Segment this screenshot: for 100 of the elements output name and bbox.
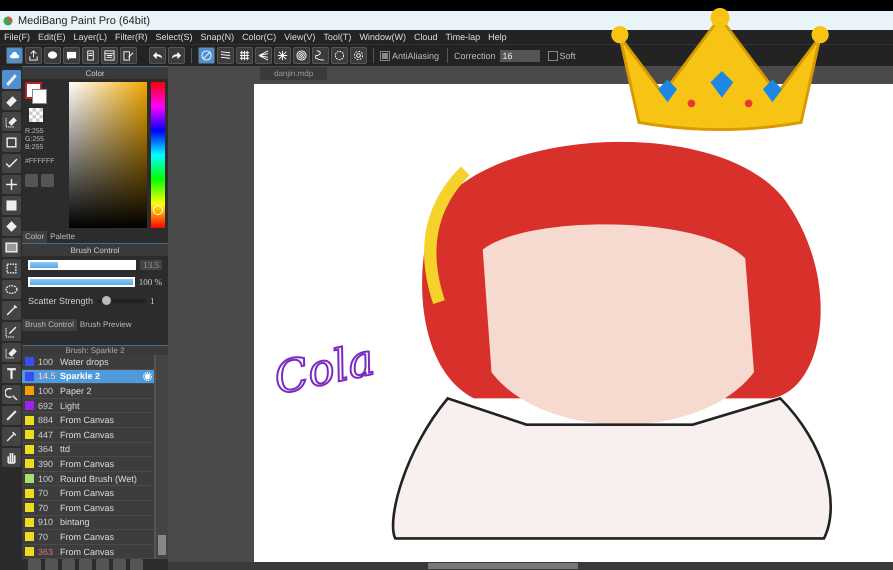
chat-button[interactable] (44, 47, 61, 64)
document-tab[interactable]: danjin.mdp (260, 67, 328, 80)
edit-button[interactable] (120, 47, 137, 64)
curve-snap-button[interactable] (312, 47, 329, 64)
slash-circle-icon (201, 50, 212, 61)
divide-tool-button[interactable] (2, 406, 20, 425)
slider-thumb[interactable] (153, 205, 163, 216)
menu-item[interactable]: Select(S) (156, 32, 193, 42)
brush-list-item[interactable]: 100 Water drops (22, 355, 154, 370)
brush-list-item[interactable]: 910 bintang (22, 516, 154, 530)
parallel-lines-icon (220, 50, 231, 61)
fill-rect-tool-button[interactable] (2, 196, 20, 215)
brush-list-item[interactable]: 70 From Canvas (22, 486, 154, 501)
antialiasing-checkbox[interactable] (380, 50, 390, 60)
move-tool-button[interactable] (2, 175, 20, 194)
slider-thumb[interactable] (102, 296, 111, 304)
comment-icon (66, 50, 77, 61)
radial-snap-button[interactable] (274, 47, 291, 64)
crown-sticker-icon (610, 8, 830, 132)
menu-item[interactable]: Time-lap (445, 32, 480, 42)
brush-list-item[interactable]: 70 From Canvas (22, 530, 154, 545)
soft-checkbox[interactable] (548, 50, 558, 60)
shape-tool-button[interactable] (2, 133, 20, 152)
brush-name: From Canvas (60, 546, 114, 557)
menu-item[interactable]: Help (488, 32, 507, 42)
operation-tool-button[interactable] (2, 385, 20, 404)
list-button[interactable] (101, 47, 118, 64)
menu-item[interactable]: Window(W) (359, 32, 406, 42)
saturation-value-picker[interactable] (69, 82, 147, 228)
brush-list-item[interactable]: 884 From Canvas (22, 413, 154, 428)
circle-snap-button[interactable] (331, 47, 348, 64)
menu-item[interactable]: Layer(L) (74, 32, 108, 42)
menu-item[interactable]: Tool(T) (323, 32, 352, 42)
eyedropper-tool-button[interactable] (2, 427, 20, 446)
pen-icon (4, 409, 18, 422)
page-icon (85, 50, 96, 61)
brush-list-item[interactable]: 364 ttd (22, 442, 154, 458)
scrollbar[interactable] (156, 355, 168, 560)
menu-item[interactable]: File(F) (4, 32, 30, 42)
share-button[interactable] (25, 47, 42, 64)
hand-icon (4, 451, 18, 464)
brush-list-item[interactable]: 447 From Canvas (22, 428, 154, 443)
brush-name: Light (60, 400, 80, 411)
settings-icon[interactable] (143, 372, 152, 381)
redo-icon (171, 50, 182, 61)
undo-button[interactable] (149, 47, 166, 64)
cloud-button[interactable] (6, 47, 23, 64)
brush-list-item[interactable]: 363 From Canvas (22, 544, 154, 560)
page-button[interactable] (82, 47, 99, 64)
menu-item[interactable]: View(V) (284, 32, 316, 42)
brush-name: From Canvas (60, 415, 114, 426)
panel-tab[interactable]: Brush Preview (76, 319, 134, 331)
comment-button[interactable] (63, 47, 80, 64)
brush-list-item[interactable]: 692 Light (22, 398, 154, 414)
eraser-tool-button[interactable] (2, 91, 20, 110)
perspective-snap-button[interactable] (255, 47, 272, 64)
hue-slider[interactable] (151, 82, 165, 228)
brush-list-item[interactable]: 70 From Canvas (22, 500, 154, 516)
menu-item[interactable]: Filter(R) (115, 32, 148, 42)
color-swatch-drawing[interactable] (25, 82, 49, 104)
select-eraser-tool-button[interactable] (2, 343, 20, 362)
concentric-snap-button[interactable] (293, 47, 310, 64)
text-tool-button[interactable] (2, 364, 20, 383)
select-pen-tool-button[interactable] (2, 322, 20, 341)
dot-tool-button[interactable] (2, 154, 20, 173)
lasso-tool-button[interactable] (2, 280, 20, 299)
wand-tool-button[interactable] (2, 301, 20, 320)
brush-name: Water drops (60, 356, 109, 367)
parallel-snap-button[interactable] (217, 47, 234, 64)
panel-tab[interactable]: Brush Control (22, 319, 77, 331)
square-icon (4, 136, 18, 149)
brush-list-item[interactable]: 390 From Canvas (22, 457, 154, 472)
hand-tool-button[interactable] (2, 448, 20, 467)
grid-snap-button[interactable] (236, 47, 253, 64)
brush-list-item[interactable]: 100 Paper 2 (22, 384, 154, 399)
brush-size-slider[interactable] (28, 260, 136, 270)
off-snap-button[interactable] (198, 47, 215, 64)
edit-icon (123, 50, 134, 61)
panel-tab[interactable]: Color (22, 231, 48, 243)
brush-tool-button[interactable] (2, 70, 20, 89)
correction-field[interactable]: 16 (500, 50, 540, 62)
brush-size: 363 (38, 546, 54, 557)
panel-title: Color (85, 68, 105, 78)
menu-item[interactable]: Cloud (414, 32, 438, 42)
menu-item[interactable]: Color(C) (242, 32, 276, 42)
gradient-tool-button[interactable] (2, 238, 20, 257)
brush-name: Paper 2 (60, 386, 92, 396)
panel-tab[interactable]: Palette (47, 231, 78, 243)
transparent-swatch[interactable] (29, 108, 43, 122)
settings-snap-button[interactable] (350, 47, 367, 64)
scrollbar[interactable] (168, 562, 893, 570)
select-eraser-tool-button[interactable] (2, 112, 20, 131)
brush-list-item[interactable]: 100 Round Brush (Wet) (22, 472, 154, 486)
menu-item[interactable]: Edit(E) (38, 32, 66, 42)
select-tool-button[interactable] (2, 259, 20, 278)
brush-size: 70 (38, 502, 50, 513)
bucket-tool-button[interactable] (2, 217, 20, 236)
menu-item[interactable]: Snap(N) (200, 32, 234, 42)
brush-name: From Canvas (60, 502, 114, 513)
redo-button[interactable] (168, 47, 185, 64)
